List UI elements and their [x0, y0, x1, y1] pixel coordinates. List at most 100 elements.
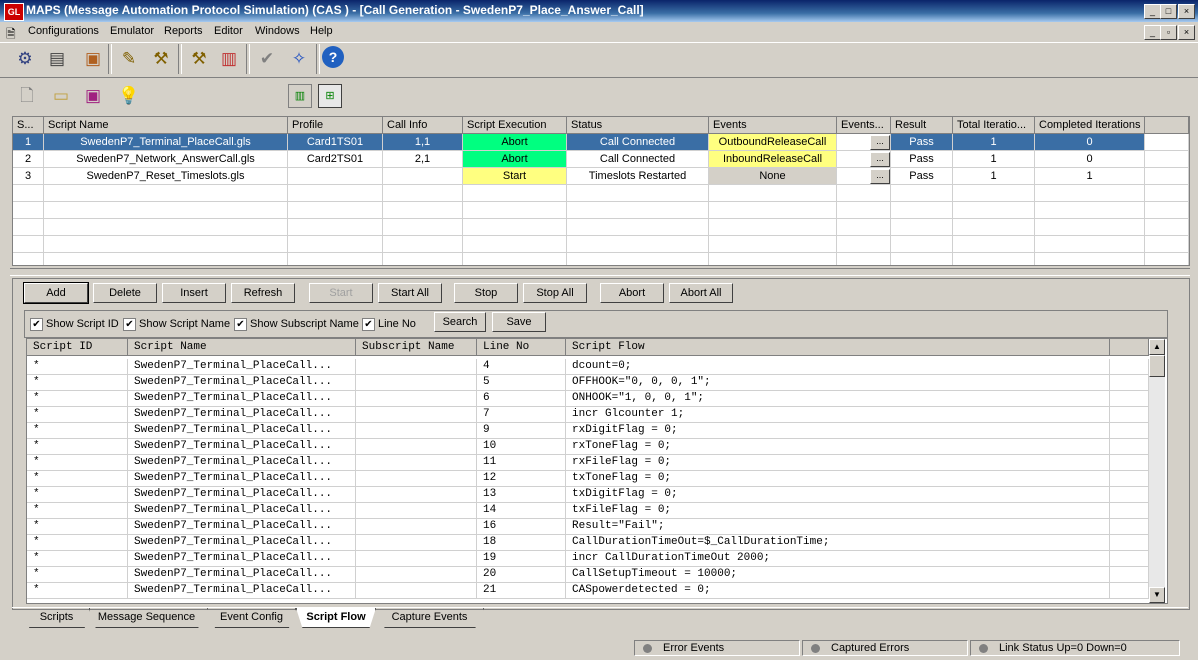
stop-all-button[interactable]: Stop All — [523, 283, 587, 303]
scripts-col-header[interactable]: Events — [709, 117, 837, 134]
profile-icon[interactable]: ⚒ — [186, 46, 212, 72]
child-minimize-button[interactable]: _ — [1144, 25, 1161, 40]
tree-layout-icon[interactable]: ⊞ — [318, 84, 342, 108]
tab-capture-events[interactable]: Capture Events — [376, 608, 484, 628]
table-row[interactable] — [13, 236, 1189, 253]
table-cell[interactable] — [463, 202, 567, 219]
scripts-col-header[interactable]: Profile — [288, 117, 383, 134]
menu-windows[interactable]: Windows — [255, 25, 300, 37]
list-item[interactable]: * SwedenP7_Terminal_PlaceCall... 21 CASpowe… — [27, 583, 1149, 599]
flow-col-header[interactable]: Subscript Name — [356, 339, 477, 356]
list-item[interactable]: * SwedenP7_Terminal_PlaceCall... 12 txToneF… — [27, 471, 1149, 487]
scripts-col-header[interactable]: Script Name — [44, 117, 288, 134]
lightbulb-icon[interactable]: 💡 — [116, 83, 142, 109]
scripts-col-header[interactable]: Events... — [837, 117, 891, 134]
table-cell[interactable] — [709, 236, 837, 253]
check-icon[interactable]: ✔ — [254, 46, 280, 72]
tab-script-flow[interactable]: Script Flow — [296, 608, 376, 628]
table-cell[interactable] — [709, 253, 837, 265]
list-item[interactable]: * SwedenP7_Terminal_PlaceCall... 11 rxFileF… — [27, 455, 1149, 471]
table-cell[interactable] — [709, 219, 837, 236]
stop-button[interactable]: Stop — [454, 283, 518, 303]
table-row[interactable]: 3 SwedenP7_Reset_Timeslots.gls Start Timesl… — [13, 168, 1189, 185]
minimize-button[interactable]: _ — [1144, 4, 1161, 19]
show-script-name-checkbox[interactable]: ✔ — [123, 318, 136, 331]
table-cell[interactable] — [709, 202, 837, 219]
menu-reports[interactable]: Reports — [164, 25, 203, 37]
list-item[interactable]: * SwedenP7_Terminal_PlaceCall... 6 ONHOOK="… — [27, 391, 1149, 407]
table-cell[interactable] — [463, 219, 567, 236]
list-item[interactable]: * SwedenP7_Terminal_PlaceCall... 10 rxToneF… — [27, 439, 1149, 455]
menu-emulator[interactable]: Emulator — [110, 25, 154, 37]
table-cell[interactable] — [463, 253, 567, 265]
list-item[interactable]: * SwedenP7_Terminal_PlaceCall... 4 dcount=0… — [27, 359, 1149, 375]
script-flow-table[interactable]: Script ID Script Name Subscript Name Line N… — [26, 338, 1168, 604]
gear-icon[interactable]: ⚙ — [12, 46, 38, 72]
delete-button[interactable]: Delete — [93, 283, 157, 303]
list-item[interactable]: * SwedenP7_Terminal_PlaceCall... 18 CallDur… — [27, 535, 1149, 551]
scroll-up-icon[interactable]: ▲ — [1149, 339, 1165, 355]
events-more-button[interactable]: ... — [870, 135, 890, 150]
flow-col-header[interactable]: Line No — [477, 339, 566, 356]
notebook-icon[interactable]: ▤ — [44, 46, 70, 72]
show-script-id-checkbox[interactable]: ✔ — [30, 318, 43, 331]
abort-all-button[interactable]: Abort All — [669, 283, 733, 303]
list-item[interactable]: * SwedenP7_Terminal_PlaceCall... 9 rxDigitF… — [27, 423, 1149, 439]
list-item[interactable]: * SwedenP7_Terminal_PlaceCall... 13 txDigit… — [27, 487, 1149, 503]
table-row[interactable] — [13, 253, 1189, 265]
scripts-col-header[interactable]: Result — [891, 117, 953, 134]
menu-editor[interactable]: Editor — [214, 25, 243, 37]
help-icon[interactable]: ? — [322, 46, 344, 68]
list-item[interactable]: * SwedenP7_Terminal_PlaceCall... 20 CallSet… — [27, 567, 1149, 583]
insert-button[interactable]: Insert — [162, 283, 226, 303]
vertical-scrollbar[interactable]: ▲ ▼ — [1149, 339, 1165, 603]
open-folder-icon[interactable]: ▭ — [48, 83, 74, 109]
list-item[interactable]: * SwedenP7_Terminal_PlaceCall... 19 incr Ca… — [27, 551, 1149, 567]
list-item[interactable]: * SwedenP7_Terminal_PlaceCall... 14 txFileF… — [27, 503, 1149, 519]
scroll-down-icon[interactable]: ▼ — [1149, 587, 1165, 603]
events-more-button[interactable]: ... — [870, 152, 890, 167]
scripts-col-header[interactable] — [1145, 117, 1189, 134]
table-cell[interactable] — [709, 185, 837, 202]
flow-col-header[interactable]: Script ID — [27, 339, 128, 356]
books-icon[interactable]: ▥ — [216, 46, 242, 72]
save-icon[interactable]: ▣ — [80, 83, 106, 109]
scripts-col-header[interactable]: Total Iteratio... — [953, 117, 1035, 134]
tab-message-sequence[interactable]: Message Sequence — [86, 608, 208, 628]
script-exec-button[interactable]: Abort — [463, 134, 567, 151]
scripts-table[interactable]: S... Script Name Profile Call Info Script Ex… — [12, 116, 1190, 266]
table-cell[interactable] — [463, 185, 567, 202]
child-restore-button[interactable]: ▫ — [1160, 25, 1177, 40]
tools-icon[interactable]: ✧ — [286, 46, 312, 72]
flow-col-header[interactable]: Script Name — [128, 339, 356, 356]
abort-button[interactable]: Abort — [600, 283, 664, 303]
events-cell[interactable]: None — [709, 168, 837, 185]
scripts-col-header[interactable]: Status — [567, 117, 709, 134]
add-button[interactable]: Add — [23, 282, 89, 304]
events-more-button[interactable]: ... — [870, 169, 890, 184]
script-edit-icon[interactable]: ✎ — [116, 46, 142, 72]
flow-col-header[interactable]: Script Flow — [566, 339, 1110, 356]
start-button[interactable]: Start — [309, 283, 373, 303]
script-run-icon[interactable]: ⚒ — [148, 46, 174, 72]
events-cell[interactable]: OutboundReleaseCall — [709, 134, 837, 151]
table-row[interactable] — [13, 185, 1189, 202]
vertical-layout-icon[interactable]: ▥ — [288, 84, 312, 108]
new-file-icon[interactable]: 🗋 — [14, 83, 40, 109]
scripts-col-header[interactable]: S... — [13, 117, 44, 134]
maximize-button[interactable]: □ — [1160, 4, 1177, 19]
scripts-col-header[interactable]: Completed Iterations — [1035, 117, 1145, 134]
table-row[interactable] — [13, 202, 1189, 219]
show-subscript-name-checkbox[interactable]: ✔ — [234, 318, 247, 331]
close-button[interactable]: × — [1178, 4, 1195, 19]
scripts-col-header[interactable]: Script Execution — [463, 117, 567, 134]
tab-scripts[interactable]: Scripts — [24, 608, 90, 628]
table-row[interactable] — [13, 219, 1189, 236]
list-item[interactable]: * SwedenP7_Terminal_PlaceCall... 16 Result=… — [27, 519, 1149, 535]
events-cell[interactable]: InboundReleaseCall — [709, 151, 837, 168]
line-no-checkbox[interactable]: ✔ — [362, 318, 375, 331]
save-button[interactable]: Save — [492, 312, 546, 332]
menu-help[interactable]: Help — [310, 25, 333, 37]
start-all-button[interactable]: Start All — [378, 283, 442, 303]
list-item[interactable]: * SwedenP7_Terminal_PlaceCall... 7 incr Glc… — [27, 407, 1149, 423]
